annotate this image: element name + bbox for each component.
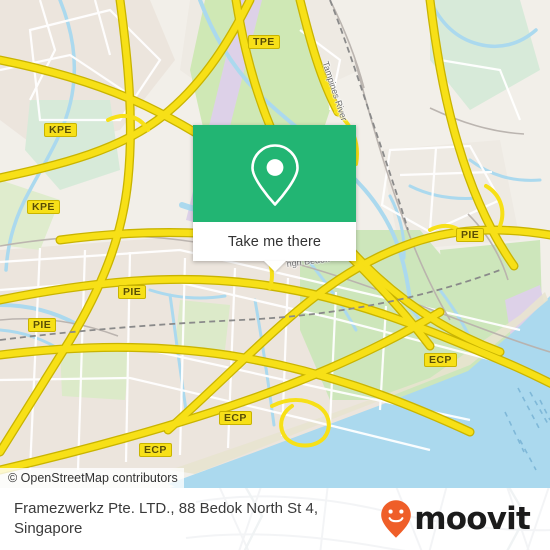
map-pin-icon <box>250 143 299 206</box>
footer-bar: Framezwerkz Pte. LTD., 88 Bedok North St… <box>0 488 550 550</box>
moovit-smiley-pin-icon <box>381 500 412 538</box>
map-canvas[interactable]: Tampines River ngh Bedok TPE KPE KPE PIE… <box>0 0 550 488</box>
highway-shield-ecp-west: ECP <box>139 443 172 457</box>
location-popup-card[interactable]: Take me there <box>193 125 356 272</box>
highway-shield-kpe-south: KPE <box>27 200 60 214</box>
highway-shield-pie-center: PIE <box>118 285 147 299</box>
popup-tail <box>263 261 286 272</box>
highway-shield-pie-east: PIE <box>456 228 485 242</box>
moovit-map-screenshot: Tampines River ngh Bedok TPE KPE KPE PIE… <box>0 0 550 550</box>
location-address: Framezwerkz Pte. LTD., 88 Bedok North St… <box>14 499 318 539</box>
take-me-there-label: Take me there <box>227 233 322 250</box>
address-line-2: Singapore <box>14 520 83 537</box>
popup-icon-area <box>193 125 356 222</box>
moovit-wordmark: moovit <box>414 500 531 537</box>
highway-shield-ecp-center: ECP <box>219 411 252 425</box>
osm-attribution[interactable]: © OpenStreetMap contributors <box>0 468 184 488</box>
address-line-1: Framezwerkz Pte. LTD., 88 Bedok North St… <box>14 500 318 517</box>
popup-action-area[interactable]: Take me there <box>193 222 356 261</box>
highway-shield-kpe-north: KPE <box>44 123 77 137</box>
moovit-logo[interactable]: moovit <box>380 499 536 539</box>
highway-shield-ecp-east: ECP <box>424 353 457 367</box>
highway-shield-pie-west: PIE <box>28 318 57 332</box>
highway-shield-tpe: TPE <box>248 35 280 49</box>
